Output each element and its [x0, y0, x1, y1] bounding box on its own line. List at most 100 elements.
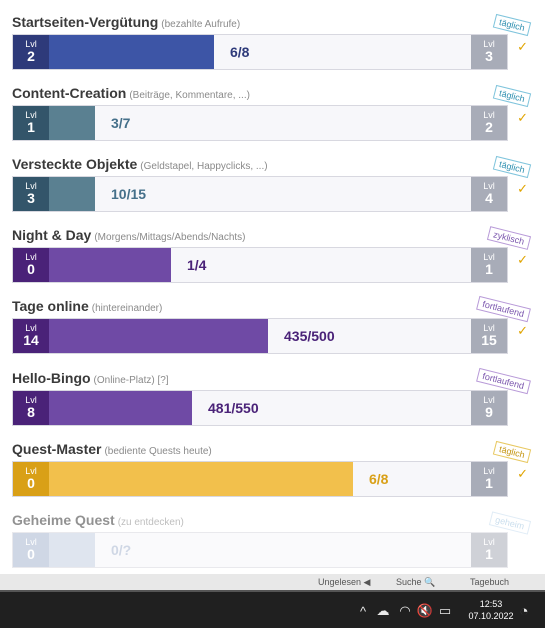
chevron-up-icon[interactable]: ^ [354, 592, 372, 628]
current-level: Lvl 14 [13, 319, 49, 353]
quest-type-badge: täglich [492, 13, 532, 37]
quest-name: Tage online [12, 298, 89, 314]
unread-link[interactable]: Ungelesen ◀ [318, 577, 370, 588]
quest-title: Geheime Quest (zu entdecken) [12, 512, 184, 530]
quest-row[interactable]: Geheime Quest (zu entdecken) Lvl 0 0/? Lvl 1 ge… [12, 511, 532, 574]
next-level: Lvl 2 [471, 106, 507, 140]
quest-subtitle: (Online-Platz) [?] [93, 375, 169, 386]
check-icon: ✓ [517, 466, 528, 481]
quest-type-badge: täglich [492, 84, 532, 108]
progress-text: 6/8 [230, 44, 250, 60]
next-level: Lvl 1 [471, 248, 507, 282]
current-level-value: 0 [27, 546, 35, 562]
quest-subtitle: (bezahlte Aufrufe) [161, 19, 241, 30]
progress-fill [13, 319, 268, 353]
quest-subtitle: (Morgens/Mittags/Abends/Nachts) [94, 232, 246, 243]
next-level: Lvl 3 [471, 35, 507, 69]
next-level: Lvl 4 [471, 177, 507, 211]
battery-icon[interactable]: ▭ [436, 592, 454, 628]
next-level-value: 2 [485, 119, 493, 135]
quest-list: Startseiten-Vergütung (bezahlte Aufrufe) L… [0, 0, 545, 575]
quest-row[interactable]: Tage online (hintereinander) Lvl 14 435/500 L… [12, 295, 532, 360]
quest-name: Hello-Bingo [12, 370, 91, 386]
progress-text: 3/7 [111, 115, 131, 131]
progress-text: 10/15 [111, 186, 147, 202]
speaker-muted-icon[interactable]: 🔇 [416, 592, 434, 628]
quest-subtitle: (zu entdecken) [117, 517, 184, 528]
quest-progress-bar: Lvl 14 435/500 Lvl 15 [12, 318, 508, 354]
current-level: Lvl 0 [13, 248, 49, 282]
quest-row[interactable]: Startseiten-Vergütung (bezahlte Aufrufe) L… [12, 13, 532, 76]
clock[interactable]: 12:53 07.10.2022 [462, 598, 520, 622]
progress-fill [13, 462, 353, 496]
quest-progress-bar: Lvl 2 6/8 Lvl 3 [12, 34, 508, 70]
check-icon: ✓ [517, 323, 528, 338]
current-level-value: 0 [27, 475, 35, 491]
next-level-value: 3 [485, 48, 493, 64]
quest-title: Startseiten-Vergütung (bezahlte Aufrufe) [12, 14, 240, 32]
quest-progress-bar: Lvl 0 6/8 Lvl 1 [12, 461, 508, 497]
notification-icon[interactable]: ◔ [514, 592, 534, 628]
current-level-value: 1 [27, 119, 35, 135]
current-level: Lvl 0 [13, 533, 49, 567]
check-icon: ✓ [517, 39, 528, 54]
quest-title: Versteckte Objekte (Geldstapel, Happyclic… [12, 156, 268, 174]
quest-title: Hello-Bingo (Online-Platz) [?] [12, 370, 169, 388]
current-level: Lvl 1 [13, 106, 49, 140]
current-level-value: 14 [23, 332, 39, 348]
quest-name: Startseiten-Vergütung [12, 14, 159, 30]
check-icon: ✓ [517, 110, 528, 125]
quest-subtitle: (bediente Quests heute) [104, 446, 212, 457]
wifi-icon[interactable]: ◠ [396, 592, 414, 628]
taskbar: ^ ☁ ◠ 🔇 ▭ 12:53 07.10.2022 ◔ [0, 590, 545, 628]
quest-subtitle: (hintereinander) [91, 303, 163, 314]
quest-row[interactable]: Content-Creation (Beiträge, Kommentare, .… [12, 84, 532, 147]
quest-row[interactable]: Hello-Bingo (Online-Platz) [?] Lvl 8 481/550… [12, 367, 532, 432]
quest-title: Quest-Master (bediente Quests heute) [12, 441, 212, 459]
quest-type-badge: täglich [492, 155, 532, 179]
quest-name: Versteckte Objekte [12, 156, 138, 172]
check-icon: ✓ [517, 181, 528, 196]
quest-row[interactable]: Quest-Master (bediente Quests heute) Lvl 0 6… [12, 440, 532, 503]
current-level-value: 8 [27, 404, 35, 420]
current-level: Lvl 3 [13, 177, 49, 211]
clock-time: 12:53 [479, 599, 503, 609]
progress-text: 6/8 [369, 471, 389, 487]
quest-row[interactable]: Versteckte Objekte (Geldstapel, Happyclic… [12, 155, 532, 218]
quest-name: Geheime Quest [12, 512, 115, 528]
quest-progress-bar: Lvl 0 0/? Lvl 1 [12, 532, 508, 568]
quest-progress-bar: Lvl 0 1/4 Lvl 1 [12, 247, 508, 283]
next-level-value: 1 [485, 546, 493, 562]
quest-title: Night & Day (Morgens/Mittags/Abends/Nacht… [12, 227, 246, 245]
quest-progress-bar: Lvl 1 3/7 Lvl 2 [12, 105, 508, 141]
quest-row[interactable]: Night & Day (Morgens/Mittags/Abends/Nacht… [12, 226, 532, 289]
progress-text: 1/4 [187, 257, 207, 273]
quest-name: Quest-Master [12, 441, 102, 457]
quest-title: Tage online (hintereinander) [12, 298, 162, 316]
next-level-value: 1 [485, 261, 493, 277]
current-level-value: 3 [27, 190, 35, 206]
progress-text: 0/? [111, 542, 132, 558]
current-level-value: 2 [27, 48, 35, 64]
diary-link[interactable]: Tagebuch [470, 577, 509, 587]
clock-date: 07.10.2022 [468, 611, 514, 621]
quest-subtitle: (Beiträge, Kommentare, ...) [129, 90, 250, 101]
next-level: Lvl 9 [471, 391, 507, 425]
cloud-icon[interactable]: ☁ [374, 592, 392, 628]
next-level: Lvl 1 [471, 533, 507, 567]
current-level: Lvl 8 [13, 391, 49, 425]
quest-name: Night & Day [12, 227, 92, 243]
next-level-value: 15 [481, 332, 497, 348]
quest-subtitle: (Geldstapel, Happyclicks, ...) [140, 161, 268, 172]
current-level-value: 0 [27, 261, 35, 277]
search-link[interactable]: Suche 🔍 [396, 577, 435, 588]
quest-title: Content-Creation (Beiträge, Kommentare, .… [12, 85, 250, 103]
quest-name: Content-Creation [12, 85, 127, 101]
progress-text: 435/500 [284, 328, 335, 344]
quest-progress-bar: Lvl 8 481/550 Lvl 9 [12, 390, 508, 426]
progress-text: 481/550 [208, 400, 259, 416]
next-level-value: 1 [485, 475, 493, 491]
current-level: Lvl 0 [13, 462, 49, 496]
next-level: Lvl 15 [471, 319, 507, 353]
next-level: Lvl 1 [471, 462, 507, 496]
